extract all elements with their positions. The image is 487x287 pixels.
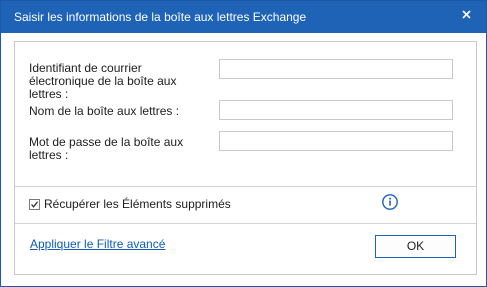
checkmark-icon <box>31 200 39 208</box>
password-label: Mot de passe de la boîte aux lettres : <box>29 135 184 162</box>
email-id-field[interactable] <box>219 59 453 79</box>
recover-deleted-label: Récupérer les Éléments supprimés <box>44 197 231 211</box>
recover-deleted-checkbox[interactable] <box>29 198 40 210</box>
close-button[interactable] <box>458 6 476 24</box>
password-field[interactable] <box>219 131 453 151</box>
ok-button[interactable]: OK <box>375 235 456 258</box>
dialog-title: Saisir les informations de la boîte aux … <box>14 10 307 24</box>
close-icon <box>462 10 471 19</box>
recover-deleted-option[interactable]: Récupérer les Éléments supprimés <box>29 197 231 211</box>
divider-bottom <box>15 223 476 224</box>
info-icon[interactable] <box>381 193 399 211</box>
form-panel: Identifiant de courrier électronique de … <box>14 41 477 275</box>
title-bar[interactable]: Saisir les informations de la boîte aux … <box>1 1 486 33</box>
divider-top <box>15 186 476 187</box>
mailbox-name-field[interactable] <box>219 100 453 120</box>
exchange-mailbox-dialog: Saisir les informations de la boîte aux … <box>0 0 487 287</box>
email-id-label: Identifiant de courrier électronique de … <box>29 61 177 101</box>
mailbox-name-label: Nom de la boîte aux lettres : <box>29 104 180 118</box>
advanced-filter-link[interactable]: Appliquer le Filtre avancé <box>30 237 165 251</box>
